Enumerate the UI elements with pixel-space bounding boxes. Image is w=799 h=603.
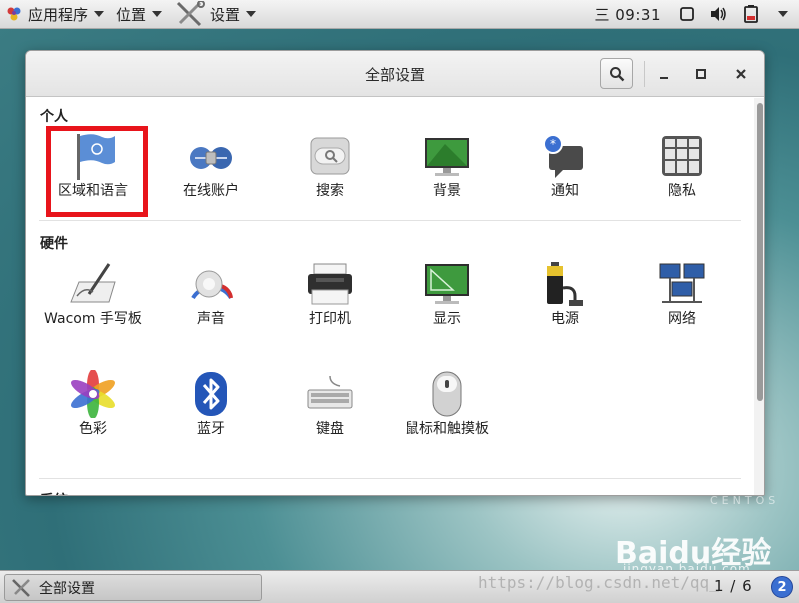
places-menu[interactable]: 位置 — [110, 0, 168, 29]
settings-item-label: 声音 — [197, 311, 225, 327]
settings-item-wacom[interactable]: Wacom 手写板 — [38, 260, 148, 329]
applications-label: 应用程序 — [28, 5, 89, 24]
scrollbar-thumb[interactable] — [757, 103, 763, 401]
volume-icon[interactable] — [709, 5, 729, 23]
clock[interactable]: 三 09:31 — [595, 4, 662, 25]
notification-badge[interactable]: 2 — [771, 576, 793, 598]
search-icon — [609, 66, 624, 81]
power-battery-icon — [541, 260, 589, 308]
titlebar[interactable]: 全部设置 — [26, 51, 764, 97]
settings-item-label: 键盘 — [316, 421, 344, 437]
chevron-down-icon[interactable] — [773, 5, 793, 23]
settings-item-label: 在线账户 — [183, 183, 239, 199]
settings-item-label: Wacom 手写板 — [44, 311, 142, 327]
centos-watermark: CENTOS — [710, 494, 780, 507]
settings-item-keyboard[interactable]: 键盘 — [275, 370, 385, 439]
privacy-lock-icon — [658, 132, 706, 180]
settings-item-online-accounts[interactable]: 在线账户 — [156, 132, 266, 201]
settings-item-label: 搜索 — [316, 183, 344, 199]
settings-item-display[interactable]: 显示 — [392, 260, 502, 329]
svg-text:*: * — [550, 137, 556, 151]
color-icon — [69, 369, 117, 419]
minimize-icon — [660, 77, 668, 79]
settings-item-label: 背景 — [433, 183, 461, 199]
close-icon — [736, 69, 746, 79]
display-icon — [423, 260, 471, 308]
maximize-button[interactable] — [688, 61, 714, 87]
system-tray: 三 09:31 — [595, 0, 799, 29]
chevron-down-icon — [152, 11, 163, 17]
search-settings-icon — [306, 132, 354, 180]
tools-icon — [12, 578, 30, 597]
settings-label: 设置 — [210, 5, 241, 24]
top-panel: 应用程序 位置 设置 三 09:31 — [0, 0, 799, 29]
settings-item-label: 显示 — [433, 311, 461, 327]
mouse-icon — [423, 370, 471, 418]
section-divider — [39, 220, 741, 221]
settings-item-search[interactable]: 搜索 — [275, 132, 385, 201]
settings-item-label: 隐私 — [668, 183, 696, 199]
scrollbar[interactable] — [754, 98, 764, 495]
bluetooth-icon — [187, 370, 235, 418]
wacom-tablet-icon — [69, 260, 117, 308]
applications-menu[interactable]: 应用程序 — [0, 0, 110, 29]
settings-item-color[interactable]: 色彩 — [38, 369, 148, 439]
settings-item-printers[interactable]: 打印机 — [275, 260, 385, 329]
battery-icon[interactable] — [741, 5, 761, 23]
settings-item-label: 电源 — [551, 311, 579, 327]
keyboard-icon — [306, 370, 354, 418]
section-title-hardware: 硬件 — [40, 236, 68, 252]
settings-item-label: 网络 — [668, 311, 696, 327]
chevron-down-icon — [94, 11, 105, 17]
section-title-system: 系统 — [40, 490, 68, 495]
sound-knob-icon — [187, 260, 235, 308]
settings-item-label: 通知 — [551, 183, 579, 199]
online-accounts-icon — [187, 132, 235, 180]
workspace-pager[interactable]: 1 / 6 — [714, 577, 753, 595]
printer-icon — [306, 260, 354, 308]
notification-icon: * — [541, 132, 589, 180]
search-button[interactable] — [600, 58, 633, 89]
section-divider — [39, 478, 741, 479]
tools-icon — [174, 0, 208, 27]
settings-content: 个人 区域和语言 在线账户 搜索 背景 * 通知 隐私 硬件 Wacom 手写板… — [26, 98, 754, 495]
settings-item-sound[interactable]: 声音 — [156, 260, 266, 329]
settings-item-network[interactable]: 网络 — [627, 260, 737, 329]
titlebar-separator — [644, 61, 645, 87]
network-icon — [658, 260, 706, 308]
minimize-button[interactable] — [651, 61, 677, 87]
taskbar-item-all-settings[interactable]: 全部设置 — [4, 574, 262, 601]
settings-item-label: 鼠标和触摸板 — [405, 421, 489, 437]
applications-icon — [6, 6, 22, 22]
settings-item-power[interactable]: 电源 — [510, 260, 620, 329]
settings-item-mouse-touchpad[interactable]: 鼠标和触摸板 — [392, 370, 502, 439]
section-title-personal: 个人 — [40, 109, 68, 125]
settings-item-bluetooth[interactable]: 蓝牙 — [156, 370, 266, 439]
settings-item-notifications[interactable]: * 通知 — [510, 132, 620, 201]
taskbar-item-label: 全部设置 — [39, 580, 95, 597]
background-icon — [423, 132, 471, 180]
settings-window: 全部设置 个人 区域和语言 在线账户 搜索 背景 * 通知 隐私 硬件 Waco… — [25, 50, 765, 496]
places-label: 位置 — [116, 5, 147, 24]
close-button[interactable] — [728, 61, 754, 87]
settings-item-label: 色彩 — [79, 421, 107, 437]
chevron-down-icon — [246, 11, 257, 17]
settings-item-label: 打印机 — [309, 311, 351, 327]
settings-menu[interactable]: 设置 — [168, 0, 262, 29]
settings-item-background[interactable]: 背景 — [392, 132, 502, 201]
highlight-box — [46, 126, 148, 217]
settings-item-privacy[interactable]: 隐私 — [627, 132, 737, 201]
window-icon[interactable] — [677, 5, 697, 23]
url-watermark: https://blog.csdn.net/qq_ — [478, 573, 719, 592]
maximize-icon — [696, 69, 706, 79]
settings-item-label: 蓝牙 — [197, 421, 225, 437]
